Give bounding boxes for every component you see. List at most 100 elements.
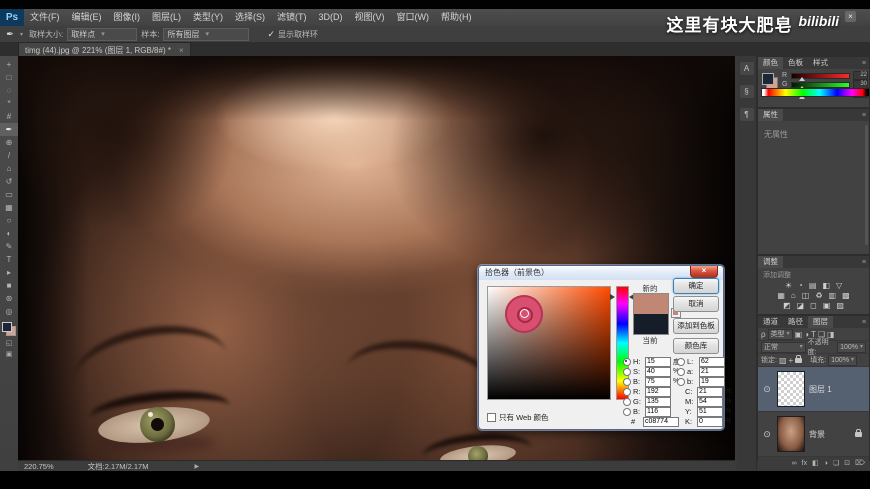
threshold-adjustment-icon[interactable]: ◻ bbox=[810, 301, 817, 311]
hex-input[interactable] bbox=[643, 417, 679, 427]
lab-b-radio[interactable] bbox=[677, 378, 685, 386]
add-to-swatches-button[interactable]: 添加到色板 bbox=[673, 318, 719, 334]
dialog-close-button[interactable]: × bbox=[690, 266, 718, 278]
s-input[interactable] bbox=[645, 367, 671, 377]
path-selection-tool[interactable]: ▸ bbox=[0, 266, 18, 279]
g-radio[interactable] bbox=[623, 398, 631, 406]
document-tab[interactable]: timg (44).jpg @ 221% (图层 1, RGB/8#) * × bbox=[18, 42, 191, 57]
sample-dropdown[interactable]: 所有图层 ▾ bbox=[163, 28, 249, 41]
layer-name[interactable]: 背景 bbox=[809, 429, 825, 440]
zoom-tool[interactable]: ◎ bbox=[0, 305, 18, 318]
tool-preset-arrow-icon[interactable]: ▾ bbox=[20, 31, 23, 38]
b-radio[interactable] bbox=[623, 378, 631, 386]
sample-size-dropdown[interactable]: 取样点 ▾ bbox=[67, 28, 137, 41]
quick-mask-icon[interactable]: ◱ bbox=[6, 339, 13, 347]
blur-tool[interactable]: ○ bbox=[0, 214, 18, 227]
l-radio[interactable] bbox=[677, 358, 685, 366]
tab-layers[interactable]: 图层 bbox=[808, 316, 833, 328]
exposure-adjustment-icon[interactable]: ◧ bbox=[822, 281, 830, 291]
green-slider[interactable] bbox=[791, 82, 850, 88]
lock-position-icon[interactable]: + bbox=[789, 356, 794, 365]
curves-adjustment-icon[interactable]: ▤ bbox=[809, 281, 817, 291]
panel-menu-icon[interactable]: ≡ bbox=[862, 319, 866, 326]
hue-adjustment-icon[interactable]: ▦ bbox=[777, 291, 785, 301]
web-colors-only-checkbox[interactable]: 只有 Web 颜色 bbox=[487, 412, 548, 423]
tab-adjustments[interactable]: 调整 bbox=[758, 256, 783, 268]
menu-file[interactable]: 文件(F) bbox=[24, 9, 66, 26]
s-radio[interactable] bbox=[623, 368, 631, 376]
l-input[interactable] bbox=[699, 357, 725, 367]
saturation-brightness-field[interactable] bbox=[487, 286, 611, 400]
history-brush-tool[interactable]: ↺ bbox=[0, 175, 18, 188]
layer-name[interactable]: 图层 1 bbox=[809, 384, 832, 395]
delete-layer-icon[interactable]: ⌦ bbox=[855, 459, 865, 467]
red-value-field[interactable]: 22 bbox=[853, 71, 868, 80]
panel-menu-icon[interactable]: ≡ bbox=[862, 259, 866, 266]
panel-menu-icon[interactable]: ≡ bbox=[862, 112, 866, 119]
menu-3d[interactable]: 3D(D) bbox=[313, 9, 349, 26]
layer-thumbnail[interactable] bbox=[777, 416, 805, 452]
lock-all-icon[interactable] bbox=[795, 358, 802, 363]
gradient-map-adjustment-icon[interactable]: ▣ bbox=[823, 301, 831, 311]
h-input[interactable] bbox=[645, 357, 671, 367]
healing-brush-tool[interactable]: ⊕ bbox=[0, 136, 18, 149]
c-input[interactable] bbox=[697, 387, 723, 397]
menu-view[interactable]: 视图(V) bbox=[349, 9, 391, 26]
fill-dropdown[interactable]: 100% ▾ bbox=[828, 355, 857, 366]
menu-filter[interactable]: 滤镜(T) bbox=[271, 9, 313, 26]
layer-style-icon[interactable]: fx bbox=[802, 460, 807, 467]
layer-thumbnail[interactable] bbox=[777, 371, 805, 407]
menu-image[interactable]: 图像(I) bbox=[108, 9, 147, 26]
panel-menu-icon[interactable]: ≡ bbox=[862, 60, 866, 67]
filter-pixel-layers-icon[interactable]: ▣ bbox=[795, 330, 803, 339]
tab-color[interactable]: 颜色 bbox=[758, 57, 783, 69]
lookup-adjustment-icon[interactable]: ▩ bbox=[842, 291, 850, 301]
channel-mixer-adjustment-icon[interactable]: ▥ bbox=[829, 291, 837, 301]
tab-styles[interactable]: 样式 bbox=[808, 57, 833, 69]
cancel-button[interactable]: 取消 bbox=[673, 296, 719, 312]
crop-tool[interactable]: # bbox=[0, 110, 18, 123]
lab-b-input[interactable] bbox=[699, 377, 725, 387]
foreground-color-swatch[interactable] bbox=[2, 322, 12, 332]
tab-paths[interactable]: 路径 bbox=[783, 316, 808, 328]
layer-row-background[interactable]: ⊙ 背景 bbox=[758, 412, 869, 457]
foreground-background-swatches[interactable] bbox=[2, 322, 16, 336]
b2-radio[interactable] bbox=[623, 408, 631, 416]
color-libraries-button[interactable]: 颜色库 bbox=[673, 338, 719, 354]
menu-help[interactable]: 帮助(H) bbox=[435, 9, 478, 26]
photo-filter-adjustment-icon[interactable]: ♻ bbox=[815, 291, 822, 301]
paragraph-panel-icon[interactable]: § bbox=[740, 85, 754, 98]
zoom-level-field[interactable]: 220.75% bbox=[24, 462, 54, 471]
r-radio[interactable] bbox=[623, 388, 631, 396]
posterize-adjustment-icon[interactable]: ◪ bbox=[797, 301, 805, 311]
h-radio[interactable] bbox=[623, 358, 631, 366]
r-input[interactable] bbox=[645, 387, 671, 397]
vibrance-adjustment-icon[interactable]: ▽ bbox=[836, 281, 842, 291]
gradient-tool[interactable]: ▦ bbox=[0, 201, 18, 214]
g-input[interactable] bbox=[645, 397, 671, 407]
overlay-close-icon[interactable]: × bbox=[845, 11, 856, 22]
b2-input[interactable] bbox=[645, 407, 671, 417]
y-input[interactable] bbox=[697, 407, 723, 417]
eyedropper-tool[interactable]: ✒ bbox=[0, 123, 18, 136]
clone-stamp-tool[interactable]: ⌂ bbox=[0, 162, 18, 175]
color-balance-adjustment-icon[interactable]: ⌂ bbox=[791, 291, 796, 301]
m-input[interactable] bbox=[697, 397, 723, 407]
shape-tool[interactable]: ■ bbox=[0, 279, 18, 292]
hand-tool[interactable]: ⊛ bbox=[0, 292, 18, 305]
menu-select[interactable]: 选择(S) bbox=[229, 9, 271, 26]
opacity-dropdown[interactable]: 100% ▾ bbox=[837, 342, 866, 353]
panel-fg-swatch[interactable] bbox=[762, 73, 774, 85]
marquee-tool[interactable]: □ bbox=[0, 71, 18, 84]
eyedropper-icon[interactable]: ✒ bbox=[0, 29, 20, 40]
dodge-tool[interactable]: ◐ bbox=[0, 227, 18, 240]
ok-button[interactable]: 确定 bbox=[673, 278, 719, 294]
levels-adjustment-icon[interactable]: ◔ bbox=[798, 281, 803, 291]
visibility-eye-icon[interactable]: ⊙ bbox=[761, 429, 773, 440]
k-input[interactable] bbox=[697, 417, 723, 427]
close-tab-icon[interactable]: × bbox=[179, 46, 184, 55]
invert-adjustment-icon[interactable]: ◩ bbox=[783, 301, 791, 311]
quick-selection-tool[interactable]: * bbox=[0, 97, 18, 110]
screen-mode-icon[interactable]: ▣ bbox=[6, 350, 13, 358]
eraser-tool[interactable]: ▭ bbox=[0, 188, 18, 201]
